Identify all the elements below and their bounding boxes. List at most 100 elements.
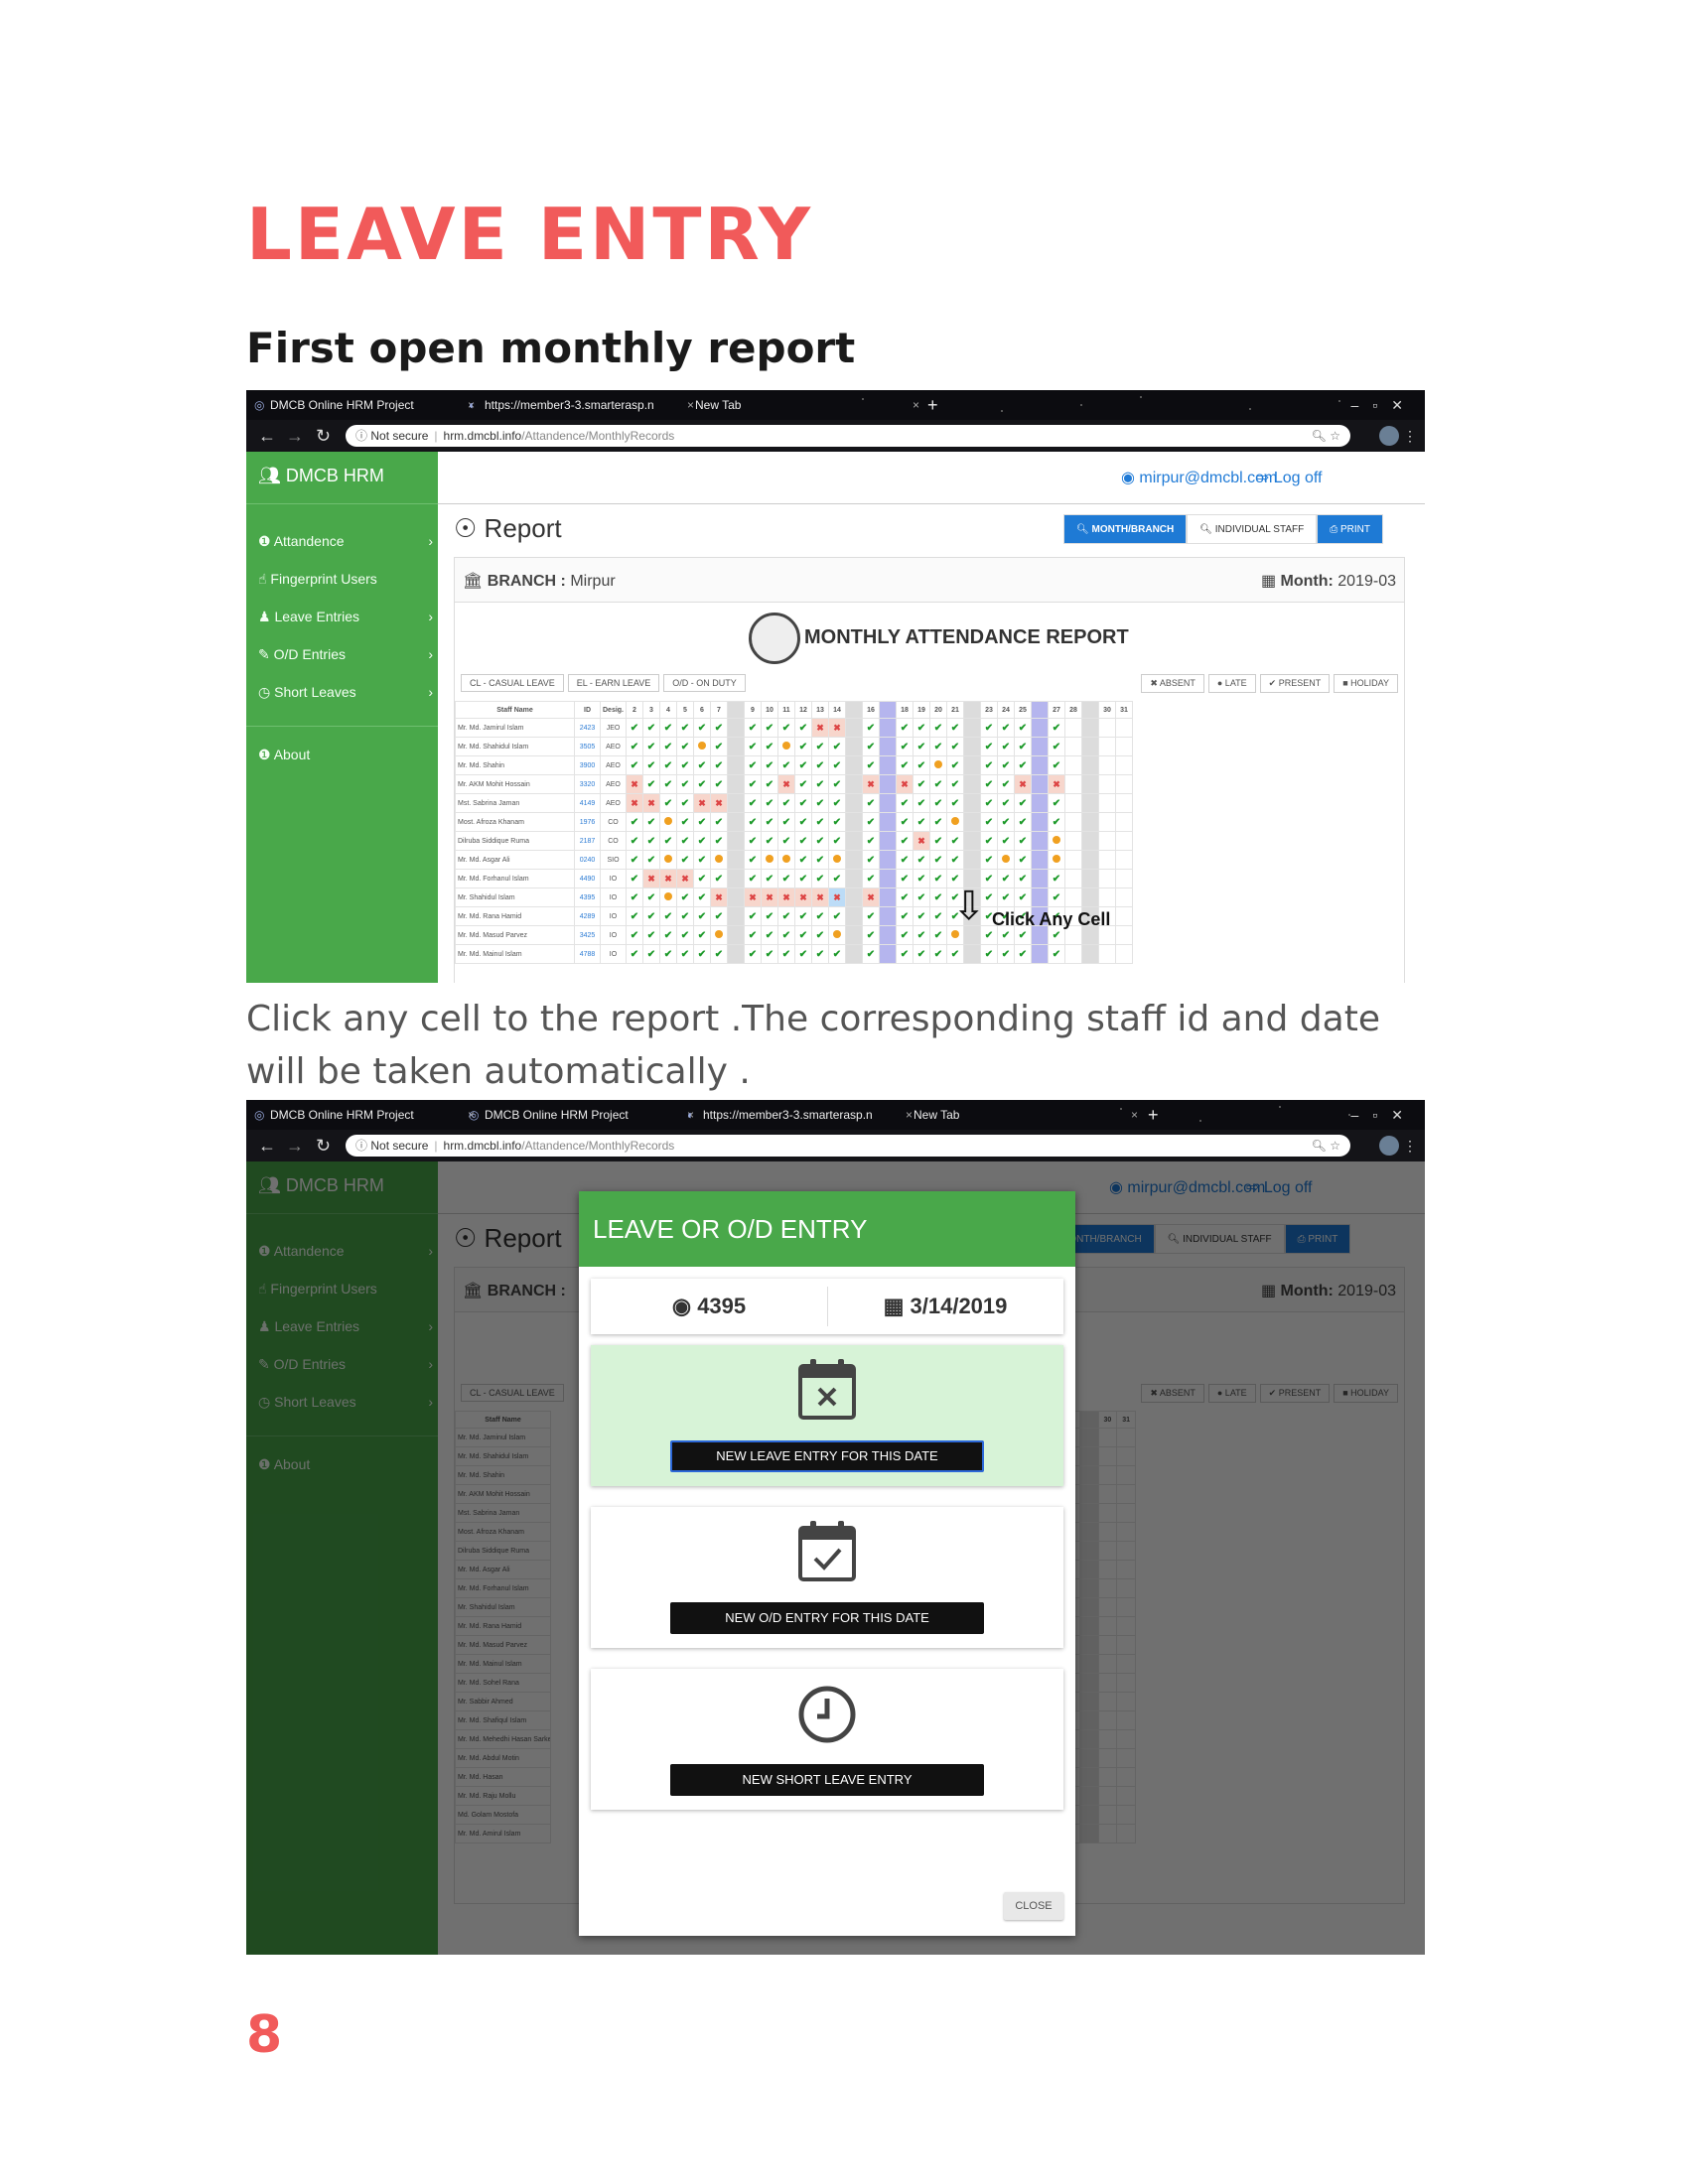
present-cell[interactable]: ✔ [929,869,947,888]
present-cell[interactable]: ✔ [710,774,728,794]
present-cell[interactable]: ✔ [744,831,762,851]
present-cell[interactable]: ✔ [1014,831,1032,851]
present-cell[interactable]: ✔ [626,906,643,926]
present-cell[interactable]: ✔ [676,718,694,738]
brand[interactable]: 👥︎ DMCB HRM [258,466,384,486]
absent-cell[interactable]: ✖ [761,887,778,907]
empty-cell[interactable] [1098,869,1116,888]
weekend-cell[interactable] [879,718,897,738]
individual-staff-button[interactable]: 🔍︎ INDIVIDUAL STAFF [1187,514,1318,544]
present-cell[interactable]: ✔ [913,718,930,738]
weekend-cell[interactable] [1081,793,1099,813]
tab-close-icon[interactable]: × [913,390,919,420]
weekend-cell[interactable] [879,812,897,832]
empty-cell[interactable] [1064,755,1082,775]
present-cell[interactable]: ✔ [693,925,711,945]
present-cell[interactable]: ✔ [676,774,694,794]
late-cell[interactable] [777,737,795,756]
absent-cell[interactable]: ✖ [626,774,643,794]
weekend-cell[interactable] [1031,774,1049,794]
present-cell[interactable]: ✔ [761,737,778,756]
present-cell[interactable]: ✔ [794,793,812,813]
present-cell[interactable]: ✔ [896,906,914,926]
empty-cell[interactable] [1115,925,1133,945]
present-cell[interactable]: ✔ [946,718,964,738]
weekend-cell[interactable] [727,906,745,926]
present-cell[interactable]: ✔ [997,831,1015,851]
present-cell[interactable]: ✔ [744,925,762,945]
weekend-cell[interactable] [1081,718,1099,738]
browser-tab[interactable]: New Tab × [683,390,923,420]
late-cell[interactable] [828,850,846,870]
present-cell[interactable]: ✔ [761,812,778,832]
present-cell[interactable]: ✔ [1048,812,1065,832]
late-cell[interactable] [1048,850,1065,870]
present-cell[interactable]: ✔ [794,869,812,888]
present-cell[interactable]: ✔ [744,755,762,775]
present-cell[interactable]: ✔ [946,831,964,851]
present-cell[interactable]: ✔ [913,887,930,907]
present-cell[interactable]: ✔ [794,906,812,926]
empty-cell[interactable] [1115,850,1133,870]
weekend-cell[interactable] [1081,887,1099,907]
absent-cell[interactable]: ✖ [896,774,914,794]
present-cell[interactable]: ✔ [929,831,947,851]
sidebar-item-about[interactable]: ❶ About [258,747,433,763]
present-cell[interactable]: ✔ [761,925,778,945]
present-cell[interactable]: ✔ [794,925,812,945]
present-cell[interactable]: ✔ [980,755,998,775]
present-cell[interactable]: ✔ [777,793,795,813]
forward-icon[interactable]: → [286,420,304,452]
empty-cell[interactable] [1115,887,1133,907]
present-cell[interactable]: ✔ [896,718,914,738]
present-cell[interactable]: ✔ [794,737,812,756]
present-cell[interactable]: ✔ [811,850,829,870]
present-cell[interactable]: ✔ [811,774,829,794]
present-cell[interactable]: ✔ [828,906,846,926]
present-cell[interactable]: ✔ [693,755,711,775]
present-cell[interactable]: ✔ [997,887,1015,907]
present-cell[interactable]: ✔ [761,793,778,813]
absent-cell[interactable]: ✖ [744,887,762,907]
reload-icon[interactable]: ↻ [316,1130,331,1161]
present-cell[interactable]: ✔ [946,944,964,964]
empty-cell[interactable] [1098,812,1116,832]
present-cell[interactable]: ✔ [913,944,930,964]
present-cell[interactable]: ✔ [642,737,660,756]
absent-cell[interactable]: ✖ [1048,774,1065,794]
weekend-cell[interactable] [1081,831,1099,851]
weekend-cell[interactable] [879,755,897,775]
weekend-cell[interactable] [1081,869,1099,888]
weekend-cell[interactable] [879,869,897,888]
empty-cell[interactable] [1098,944,1116,964]
present-cell[interactable]: ✔ [862,737,880,756]
empty-cell[interactable] [1064,850,1082,870]
absent-cell[interactable]: ✖ [693,793,711,813]
present-cell[interactable]: ✔ [811,793,829,813]
late-cell[interactable] [929,755,947,775]
late-cell[interactable] [1048,831,1065,851]
weekend-cell[interactable] [727,755,745,775]
present-cell[interactable]: ✔ [642,906,660,926]
weekend-cell[interactable] [1081,944,1099,964]
weekend-cell[interactable] [963,812,981,832]
present-cell[interactable]: ✔ [896,812,914,832]
present-cell[interactable]: ✔ [794,718,812,738]
absent-cell[interactable]: ✖ [862,887,880,907]
empty-cell[interactable] [1098,831,1116,851]
present-cell[interactable]: ✔ [777,925,795,945]
present-cell[interactable]: ✔ [980,793,998,813]
weekend-cell[interactable] [845,812,863,832]
present-cell[interactable]: ✔ [1014,812,1032,832]
empty-cell[interactable] [1115,944,1133,964]
present-cell[interactable]: ✔ [676,887,694,907]
present-cell[interactable]: ✔ [913,850,930,870]
present-cell[interactable]: ✔ [913,925,930,945]
present-cell[interactable]: ✔ [1048,887,1065,907]
present-cell[interactable]: ✔ [1048,737,1065,756]
empty-cell[interactable] [1115,774,1133,794]
present-cell[interactable]: ✔ [642,774,660,794]
present-cell[interactable]: ✔ [896,831,914,851]
present-cell[interactable]: ✔ [1014,944,1032,964]
weekend-cell[interactable] [727,869,745,888]
